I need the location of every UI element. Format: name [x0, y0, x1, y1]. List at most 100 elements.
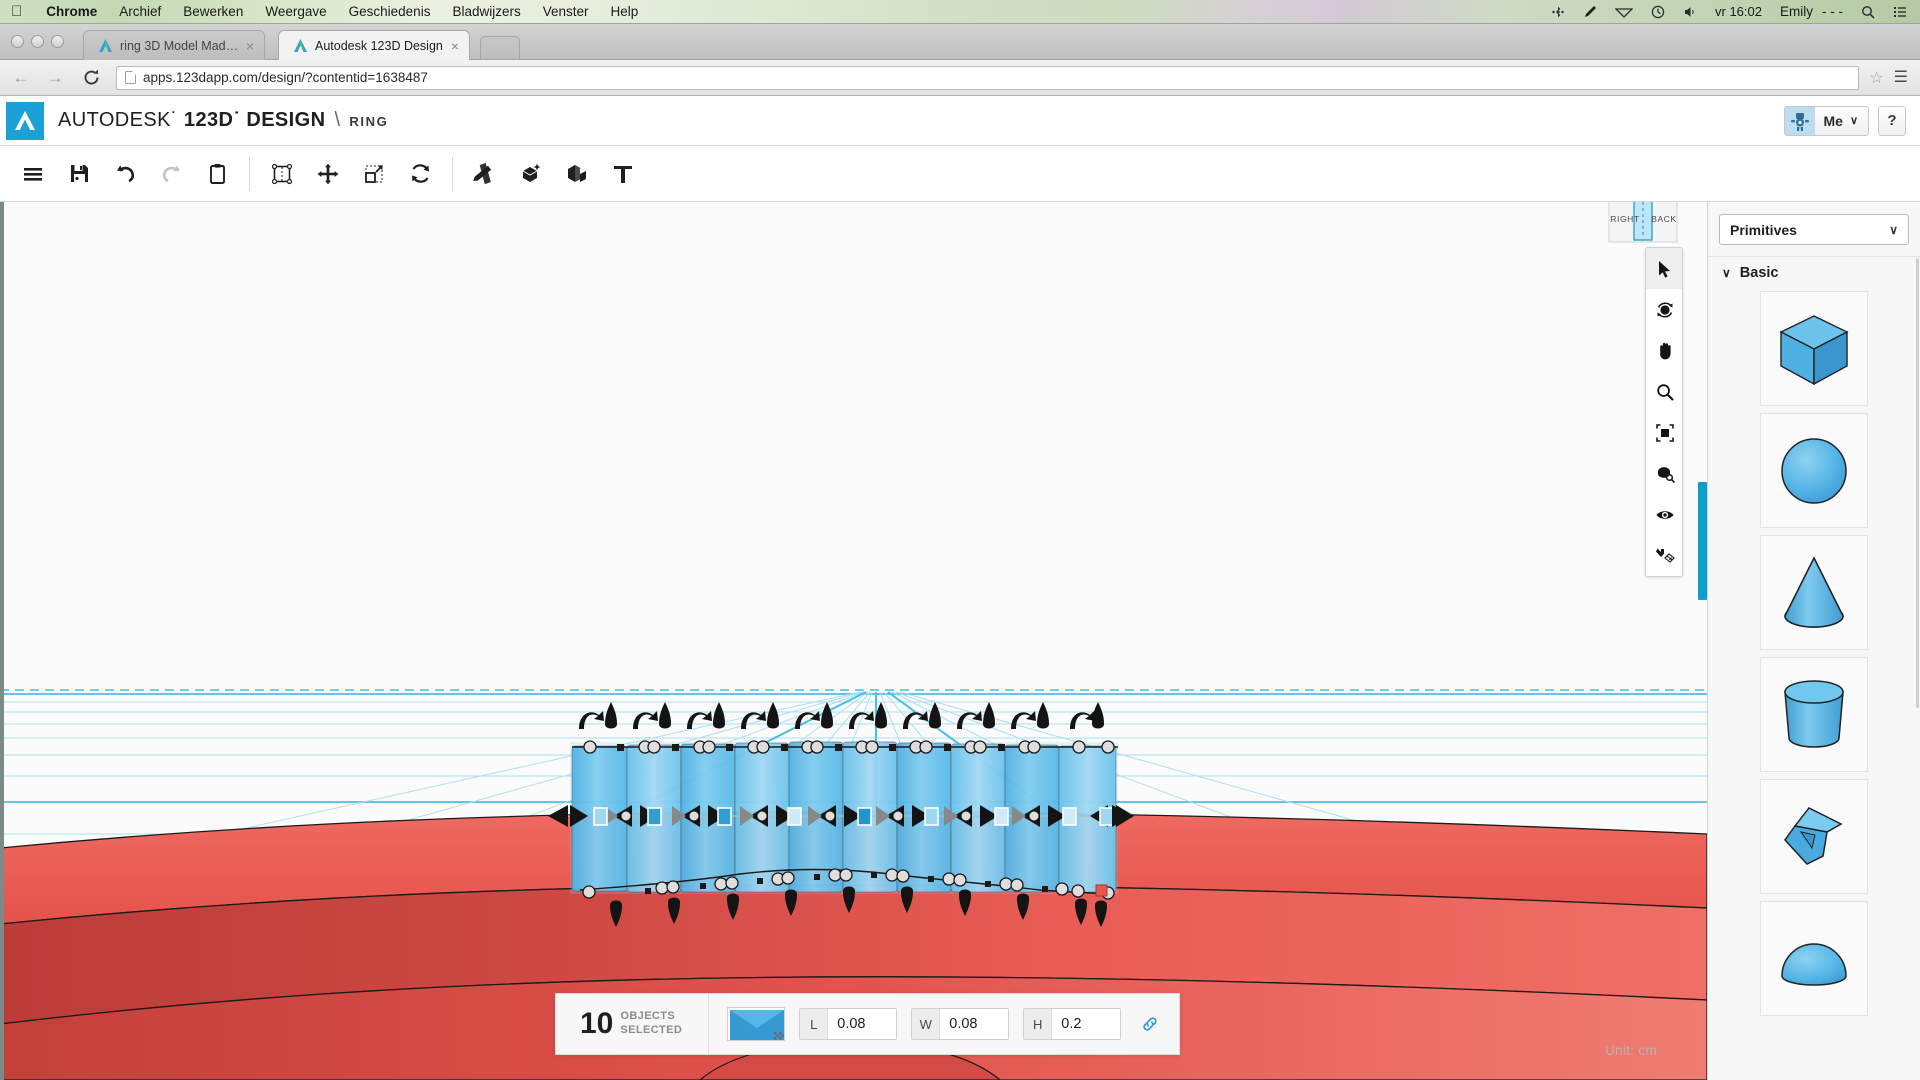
- move-button[interactable]: [305, 151, 351, 197]
- selection-label-line1: OBJECTS: [620, 1010, 676, 1023]
- brand-autodesk: AUTODESK˙: [58, 109, 178, 131]
- menu-item-bladwijzers[interactable]: Bladwijzers: [441, 4, 531, 19]
- browser-tab-2-close-icon[interactable]: ×: [451, 39, 459, 53]
- 3d-scene: [0, 202, 1707, 1080]
- zoom-button[interactable]: [51, 35, 64, 48]
- width-label: W: [912, 1009, 941, 1039]
- browser-tab-strip: ring 3D Model Made with 1 × Autodesk 123…: [0, 24, 1920, 60]
- selection-count-group: 10 OBJECTS SELECTED: [556, 994, 710, 1054]
- primitive-wedge[interactable]: [1760, 779, 1868, 894]
- menu-item-chrome[interactable]: Chrome: [35, 4, 108, 19]
- length-field[interactable]: L 0.08: [799, 1008, 898, 1040]
- chevron-down-icon: ∨: [1889, 222, 1898, 237]
- length-label: L: [800, 1009, 829, 1039]
- chrome-menu-icon[interactable]: ☰: [1894, 69, 1908, 86]
- view-cube[interactable]: RIGHT BACK: [1605, 202, 1681, 243]
- property-controls: L 0.08 W 0.08 H 0.2: [709, 1007, 1179, 1041]
- menu-item-help[interactable]: Help: [600, 4, 650, 19]
- orbit-tool[interactable]: [1646, 289, 1682, 330]
- construct-button[interactable]: [508, 151, 554, 197]
- browser-tab-1-close-icon[interactable]: ×: [246, 39, 254, 53]
- brand-product: 123D˙ DESIGN: [183, 109, 326, 131]
- visibility-tool[interactable]: [1646, 494, 1682, 535]
- rotate-button[interactable]: [397, 151, 443, 197]
- help-button[interactable]: ?: [1878, 105, 1906, 136]
- pen-icon[interactable]: [1574, 5, 1606, 19]
- zoom-object-tool[interactable]: [1646, 453, 1682, 494]
- paste-button[interactable]: [194, 151, 240, 197]
- chain-link-icon[interactable]: [1135, 1015, 1165, 1033]
- save-button[interactable]: [56, 151, 102, 197]
- menu-item-weergave[interactable]: Weergave: [254, 4, 337, 19]
- menu-item-bewerken[interactable]: Bewerken: [172, 4, 254, 19]
- menu-item-geschiedenis[interactable]: Geschiedenis: [338, 4, 442, 19]
- redo-button: [148, 151, 194, 197]
- length-value[interactable]: 0.08: [828, 1009, 897, 1039]
- transform-button[interactable]: [259, 151, 305, 197]
- address-bar[interactable]: apps.123dapp.com/design/?contentid=16384…: [116, 65, 1860, 90]
- width-value[interactable]: 0.08: [940, 1009, 1009, 1039]
- star-icon[interactable]: ☆: [1869, 68, 1883, 88]
- wifi-icon[interactable]: [1606, 5, 1642, 19]
- primitive-cone[interactable]: [1760, 535, 1868, 650]
- app-header: AUTODESK˙ 123D˙ DESIGN \ RING Me ∨ ?: [0, 96, 1920, 146]
- browser-tab-1[interactable]: ring 3D Model Made with 1 ×: [83, 30, 265, 60]
- menu-item-archief[interactable]: Archief: [108, 4, 172, 19]
- fit-tool[interactable]: [1646, 412, 1682, 453]
- primitive-cylinder[interactable]: [1760, 657, 1868, 772]
- document-name: RING: [349, 114, 389, 129]
- reload-icon[interactable]: [78, 65, 104, 91]
- category-select-value: Primitives: [1730, 221, 1797, 238]
- panel-scrollbar[interactable]: [1916, 258, 1919, 708]
- autodesk-favicon: [293, 38, 308, 53]
- menu-item-venster[interactable]: Venster: [532, 4, 600, 19]
- primitive-list: [1708, 291, 1920, 1016]
- apple-icon[interactable]: : [11, 4, 22, 19]
- clock-display[interactable]: vr 16:02: [1706, 4, 1771, 19]
- snap-tool[interactable]: [1646, 535, 1682, 576]
- back-arrow-icon[interactable]: ←: [8, 65, 34, 91]
- account-menu-button[interactable]: Me ∨: [1784, 105, 1869, 136]
- pan-tool[interactable]: [1646, 330, 1682, 371]
- timemachine-icon[interactable]: [1642, 5, 1674, 19]
- bluetooth-icon[interactable]: [1542, 5, 1574, 19]
- navigation-toolbar: [1645, 247, 1683, 577]
- volume-icon[interactable]: [1674, 5, 1706, 19]
- close-button[interactable]: [11, 35, 24, 48]
- toolbar-divider-2: [452, 156, 453, 191]
- browser-tab-2[interactable]: Autodesk 123D Design ×: [278, 30, 470, 60]
- combine-button[interactable]: [554, 151, 600, 197]
- select-tool[interactable]: [1646, 248, 1682, 289]
- canvas-scrollbar[interactable]: [1698, 482, 1707, 600]
- sketch-button[interactable]: [462, 151, 508, 197]
- autodesk-favicon: [98, 38, 113, 53]
- forward-arrow-icon[interactable]: →: [42, 65, 68, 91]
- window-controls: [11, 35, 64, 48]
- 3d-viewport[interactable]: RIGHT BACK Unit: cm: [0, 202, 1707, 1080]
- text-button[interactable]: [600, 151, 646, 197]
- title-separator: \: [334, 109, 341, 131]
- app-toolbar: [0, 146, 1920, 202]
- primitive-hemisphere[interactable]: [1760, 901, 1868, 1016]
- selection-label-line2: SELECTED: [620, 1024, 683, 1036]
- section-basic-header[interactable]: ∨ Basic: [1708, 256, 1920, 291]
- material-swatch[interactable]: [727, 1007, 786, 1041]
- height-value[interactable]: 0.2: [1052, 1009, 1121, 1039]
- primitive-sphere[interactable]: [1760, 413, 1868, 528]
- os-menu-bar:  Chrome Archief Bewerken Weergave Gesch…: [0, 0, 1920, 24]
- browser-tab-2-title: Autodesk 123D Design: [315, 38, 443, 53]
- width-field[interactable]: W 0.08: [911, 1008, 1010, 1040]
- menu-button[interactable]: [10, 151, 56, 197]
- user-name-label[interactable]: Emily: [1771, 4, 1822, 19]
- chevron-down-icon: ∨: [1722, 266, 1731, 280]
- primitive-box[interactable]: [1760, 291, 1868, 406]
- search-icon[interactable]: [1852, 5, 1884, 19]
- minimize-button[interactable]: [31, 35, 44, 48]
- scale-button[interactable]: [351, 151, 397, 197]
- undo-button[interactable]: [102, 151, 148, 197]
- notification-center-icon[interactable]: [1884, 5, 1920, 19]
- height-field[interactable]: H 0.2: [1023, 1008, 1122, 1040]
- category-select[interactable]: Primitives ∨: [1719, 214, 1909, 245]
- zoom-tool[interactable]: [1646, 371, 1682, 412]
- new-tab-button[interactable]: [480, 36, 520, 59]
